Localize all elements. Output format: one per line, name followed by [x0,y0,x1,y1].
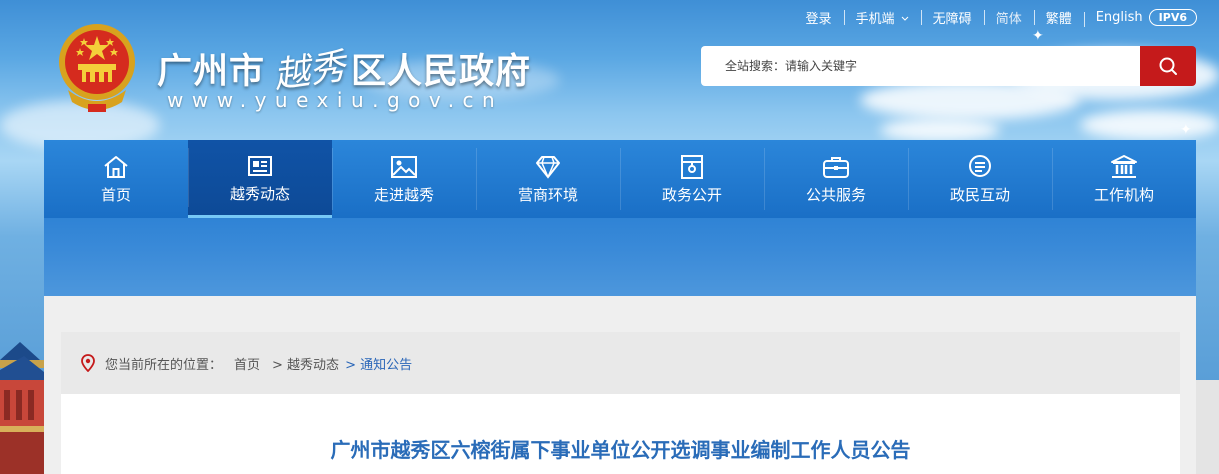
search-button[interactable] [1140,46,1196,86]
breadcrumb-current[interactable]: > 通知公告 [345,354,412,373]
banner [44,218,1196,296]
breadcrumb-section[interactable]: > 越秀动态 [272,354,339,373]
nav-item-about[interactable]: 走进越秀 [332,140,476,218]
accessible-link[interactable]: 无障碍 [920,8,984,27]
simplified-link[interactable]: 简体 [983,8,1034,27]
bird-decor: ✦ [1032,28,1044,44]
mobile-link[interactable]: 手机端 [843,8,921,27]
title-government: 区人民政府 [351,51,532,92]
search-input[interactable] [701,46,1140,86]
nav-item-services[interactable]: 公共服务 [764,140,908,218]
nav-label: 公共服务 [805,186,866,204]
nav-label: 政民互动 [949,186,1010,204]
chevron-down-icon [901,16,909,21]
building-decor [0,342,44,474]
search-icon [1159,57,1177,75]
nav-item-home[interactable]: 首页 [44,140,188,218]
site-url: www.yuexiu.gov.cn [167,88,504,112]
main-nav: 首页 越秀动态 走进越秀 营商环境 政务公开 公共服务 政民互动 工作机构 [44,140,1196,218]
image-icon [391,156,417,178]
english-link[interactable]: English [1083,10,1155,27]
title-city: 广州市 [157,51,266,92]
ipv6-badge: IPV6 [1148,8,1197,26]
nav-item-news[interactable]: 越秀动态 [188,140,332,218]
article-title: 广州市越秀区六榕街属下事业单位公开选调事业编制工作人员公告 [330,438,911,462]
nav-label: 政务公开 [661,186,722,204]
nav-label: 走进越秀 [373,186,434,204]
breadcrumb-prefix: 您当前所在的位置： [105,357,223,373]
building-icon [1111,155,1137,178]
nav-label: 营商环境 [517,186,578,204]
cloud-decor [880,118,1000,142]
article-area: 广州市越秀区六榕街属下事业单位公开选调事业编制工作人员公告 [61,394,1180,474]
folder-icon [681,155,703,179]
nav-item-business[interactable]: 营商环境 [476,140,620,218]
national-emblem-icon [59,24,135,112]
cloud-decor [1080,110,1219,140]
location-pin-icon [81,354,95,372]
home-icon [104,156,128,178]
mobile-label: 手机端 [855,11,895,27]
search-bar [701,46,1196,86]
login-link[interactable]: 登录 [794,8,844,27]
breadcrumb: 您当前所在的位置： 首页 > 越秀动态 > 通知公告 [61,332,1180,394]
utility-bar: 登录 手机端 无障碍 简体 繁體 English IPV6 [794,7,1197,27]
nav-item-open-gov[interactable]: 政务公开 [620,140,764,218]
nav-label: 工作机构 [1093,186,1154,204]
site-title[interactable]: 广州市 越秀 区人民政府 [157,42,532,97]
newspaper-icon [248,155,272,176]
building-decor [1196,380,1219,474]
nav-item-interaction[interactable]: 政民互动 [908,140,1052,218]
nav-item-agencies[interactable]: 工作机构 [1052,140,1196,218]
briefcase-icon [823,157,849,178]
bird-decor: ✦ [1180,122,1192,138]
diamond-icon [536,156,560,179]
nav-label: 首页 [100,186,131,204]
breadcrumb-home[interactable]: 首页 [234,354,260,373]
traditional-link[interactable]: 繁體 [1033,8,1084,27]
nav-label: 越秀动态 [229,184,290,203]
chat-icon [969,155,991,177]
